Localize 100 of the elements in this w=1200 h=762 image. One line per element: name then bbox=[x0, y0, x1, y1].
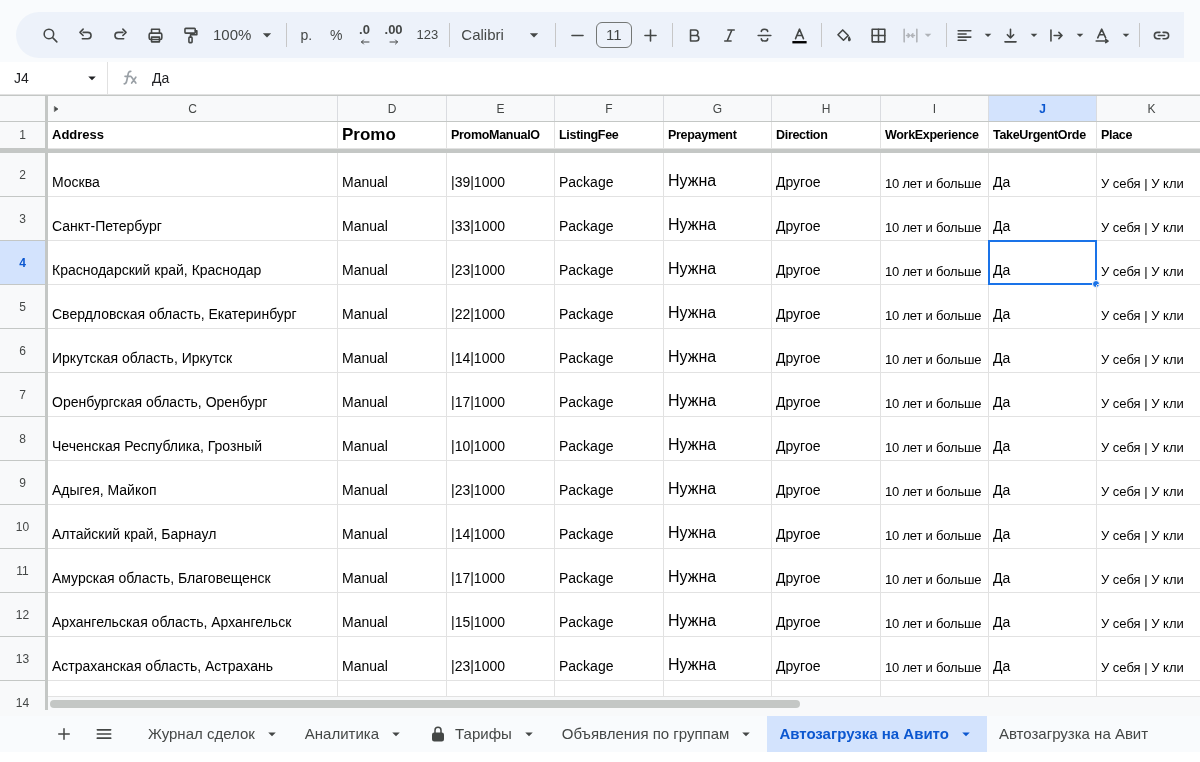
table-cell: Manual bbox=[338, 461, 447, 505]
table-cell: |22|1000 bbox=[447, 285, 555, 329]
table-cell: Нужна bbox=[664, 461, 772, 505]
table-cell: |17|1000 bbox=[447, 549, 555, 593]
search-icon[interactable] bbox=[41, 25, 60, 45]
row-header[interactable]: 14 bbox=[0, 681, 48, 710]
table-cell: Manual bbox=[338, 637, 447, 681]
row-header[interactable]: 10 bbox=[0, 505, 48, 549]
row-header[interactable]: 2 bbox=[0, 153, 48, 197]
row-header[interactable]: 6 bbox=[0, 329, 48, 373]
table-cell: Астраханская область, Астрахань bbox=[48, 637, 338, 681]
table-cell: Нужна bbox=[664, 593, 772, 637]
row-header[interactable]: 9 bbox=[0, 461, 48, 505]
row-header[interactable]: 4 bbox=[0, 241, 48, 285]
row-header[interactable]: 11 bbox=[0, 549, 48, 593]
table-cell: Да bbox=[989, 153, 1097, 197]
column-header[interactable]: C bbox=[48, 96, 338, 121]
sheet-tab[interactable]: Тарифы bbox=[417, 716, 550, 752]
table-cell: 10 лет и больше bbox=[881, 197, 989, 241]
table-cell: Package bbox=[555, 285, 664, 329]
table-cell: |17|1000 bbox=[447, 373, 555, 417]
table-cell: Другое bbox=[772, 637, 881, 681]
add-icon[interactable] bbox=[55, 725, 73, 743]
strikethrough-icon[interactable] bbox=[754, 25, 774, 45]
table-cell: Иркутская область, Иркутск bbox=[48, 329, 338, 373]
table-cell: Package bbox=[555, 373, 664, 417]
row-header[interactable]: 7 bbox=[0, 373, 48, 417]
table-cell: |23|1000 bbox=[447, 637, 555, 681]
table-cell: Package bbox=[555, 505, 664, 549]
row-header[interactable]: 5 bbox=[0, 285, 48, 329]
column-header[interactable]: K bbox=[1097, 96, 1200, 121]
column-header[interactable]: G bbox=[664, 96, 772, 121]
table-cell: Другое bbox=[772, 241, 881, 285]
table-cell: Нужна bbox=[664, 285, 772, 329]
table-cell: Да bbox=[989, 373, 1097, 417]
merge-cells-icon[interactable] bbox=[901, 25, 921, 45]
table-cell: У себя | У кли bbox=[1097, 373, 1200, 417]
column-header[interactable]: J bbox=[989, 96, 1097, 121]
table-cell: 10 лет и больше bbox=[881, 153, 989, 197]
decrease-decimals-button[interactable]: .0 bbox=[352, 19, 377, 51]
table-cell: |39|1000 bbox=[447, 153, 555, 197]
table-cell: Package bbox=[555, 549, 664, 593]
sheet-tab[interactable]: Автозагрузка на Авито bbox=[767, 716, 987, 752]
table-cell: Нужна bbox=[664, 373, 772, 417]
table-cell: Manual bbox=[338, 197, 447, 241]
sheet-tab[interactable]: Журнал сделок bbox=[136, 716, 293, 752]
table-cell: Нужна bbox=[664, 549, 772, 593]
table-cell: Алтайский край, Барнаул bbox=[48, 505, 338, 549]
row-header[interactable]: 3 bbox=[0, 197, 48, 241]
column-header[interactable]: D bbox=[338, 96, 447, 121]
increase-decimals-button[interactable]: .00 bbox=[378, 19, 409, 51]
row-header[interactable]: 1 bbox=[0, 122, 48, 149]
row-header[interactable]: 12 bbox=[0, 593, 48, 637]
table-cell: |23|1000 bbox=[447, 461, 555, 505]
table-cell: 10 лет и больше bbox=[881, 417, 989, 461]
table-cell: Package bbox=[555, 153, 664, 197]
column-header[interactable]: I bbox=[881, 96, 989, 121]
paint-roller-icon[interactable] bbox=[181, 25, 200, 45]
table-cell: 10 лет и больше bbox=[881, 285, 989, 329]
scrollbar-thumb[interactable] bbox=[50, 700, 800, 708]
row-header[interactable]: 13 bbox=[0, 637, 48, 681]
table-cell: Чеченская Республика, Грозный bbox=[48, 417, 338, 461]
column-header[interactable]: H bbox=[772, 96, 881, 121]
table-cell: У себя | У кли bbox=[1097, 241, 1200, 285]
function-icon bbox=[120, 68, 140, 88]
sheet-tab[interactable]: Аналитика bbox=[292, 716, 418, 752]
expand-icon[interactable] bbox=[52, 105, 60, 113]
borders-icon[interactable] bbox=[868, 25, 888, 45]
table-cell: Другое bbox=[772, 417, 881, 461]
table-cell: Package bbox=[555, 593, 664, 637]
zoom-dropdown[interactable]: 100% bbox=[209, 19, 282, 51]
font-dropdown[interactable]: Calibri bbox=[455, 19, 550, 51]
font-size-field[interactable]: 11 bbox=[595, 22, 632, 48]
sheet-tab[interactable]: Автозагрузка на Авит bbox=[986, 716, 1161, 752]
table-cell: 10 лет и больше bbox=[881, 461, 989, 505]
column-header[interactable]: F bbox=[555, 96, 664, 121]
percent-button[interactable]: % bbox=[322, 24, 351, 46]
table-cell: |23|1000 bbox=[447, 241, 555, 285]
number-format-button[interactable]: 123 bbox=[410, 25, 445, 45]
table-cell: Архангельская область, Архангельск bbox=[48, 593, 338, 637]
text-color-icon[interactable] bbox=[789, 25, 809, 45]
table-cell: Да bbox=[989, 461, 1097, 505]
table-cell: Manual bbox=[338, 417, 447, 461]
table-cell: Нужна bbox=[664, 637, 772, 681]
formula-field[interactable]: Да bbox=[152, 67, 170, 89]
table-cell: Свердловская область, Екатеринбург bbox=[48, 285, 338, 329]
table-cell: Москва bbox=[48, 153, 338, 197]
table-cell: Да bbox=[989, 329, 1097, 373]
name-box[interactable]: J4 bbox=[0, 62, 108, 94]
print-icon[interactable] bbox=[146, 25, 165, 45]
table-cell: Другое bbox=[772, 505, 881, 549]
table-cell: Амурская область, Благовещенск bbox=[48, 549, 338, 593]
table-cell: Package bbox=[555, 461, 664, 505]
table-cell: Manual bbox=[338, 593, 447, 637]
sheet-tab[interactable]: Объявления по группам bbox=[549, 716, 768, 752]
table-cell: Да bbox=[989, 241, 1097, 285]
currency-button[interactable]: р. bbox=[292, 24, 321, 46]
table-cell: Адыгея, Майкоп bbox=[48, 461, 338, 505]
column-header[interactable]: E bbox=[447, 96, 555, 121]
row-header[interactable]: 8 bbox=[0, 417, 48, 461]
